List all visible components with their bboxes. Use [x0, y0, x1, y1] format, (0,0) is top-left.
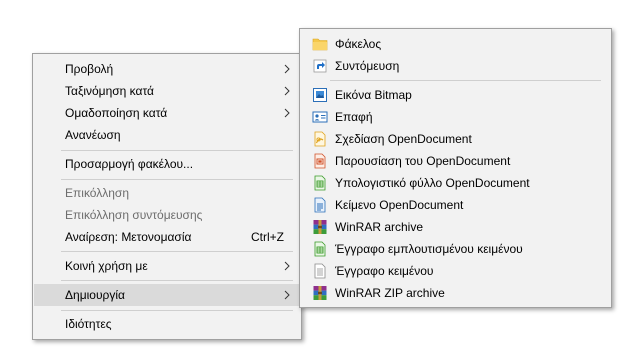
text-document-icon: [314, 263, 326, 279]
submenu-item-label: Επαφή: [335, 110, 373, 124]
menu-separator: [330, 80, 601, 81]
submenu-item-label: WinRAR ZIP archive: [335, 286, 445, 300]
menu-item-label: Επικόλληση: [65, 186, 130, 200]
menu-item-share-with[interactable]: Κοινή χρήση με: [34, 255, 300, 277]
menu-item-label: Επικόλληση συντόμευσης: [65, 208, 203, 222]
submenu-item-label: Κείμενο OpenDocument: [335, 198, 464, 212]
shortcut-icon: [313, 59, 327, 73]
menu-item-label: Ταξινόμηση κατά: [65, 84, 154, 98]
chevron-right-icon: [284, 108, 290, 118]
menu-item-sort-by[interactable]: Ταξινόμηση κατά: [34, 80, 300, 102]
submenu-item-label: Παρουσίαση του OpenDocument: [335, 154, 511, 168]
submenu-item-label: Σχεδίαση OpenDocument: [335, 132, 472, 146]
submenu-item-bitmap[interactable]: Εικόνα Bitmap: [301, 84, 610, 106]
menu-separator: [61, 179, 293, 180]
menu-separator: [61, 150, 293, 151]
menu-item-customize-folder[interactable]: Προσαρμογή φακέλου...: [34, 153, 300, 175]
menu-item-undo-rename[interactable]: Αναίρεση: Μετονομασία Ctrl+Z: [34, 226, 300, 248]
menu-item-paste[interactable]: Επικόλληση: [34, 182, 300, 204]
submenu-item-folder[interactable]: Φάκελος: [301, 33, 610, 55]
menu-item-label: Προβολή: [65, 62, 114, 76]
menu-item-label: Αναίρεση: Μετονομασία: [65, 230, 192, 244]
submenu-item-label: Έγγραφο κειμένου: [335, 264, 434, 278]
opendocument-spreadsheet-icon: [314, 175, 326, 191]
submenu-item-od-presentation[interactable]: Παρουσίαση του OpenDocument: [301, 150, 610, 172]
submenu-item-winrar[interactable]: WinRAR archive: [301, 216, 610, 238]
winrar-zip-archive-icon: [313, 286, 327, 300]
winrar-archive-icon: [313, 220, 327, 234]
opendocument-text-icon: [314, 197, 326, 213]
menu-item-label: Ανανέωση: [65, 128, 121, 142]
submenu-item-od-spreadsheet[interactable]: Υπολογιστικό φύλλο OpenDocument: [301, 172, 610, 194]
contact-card-icon: [312, 111, 328, 123]
keyboard-shortcut: Ctrl+Z: [251, 230, 284, 244]
chevron-right-icon: [284, 261, 290, 271]
submenu-item-shortcut[interactable]: Συντόμευση: [301, 55, 610, 77]
chevron-right-icon: [284, 290, 290, 300]
opendocument-presentation-icon: [314, 153, 326, 169]
chevron-right-icon: [284, 86, 290, 96]
submenu-item-label: Υπολογιστικό φύλλο OpenDocument: [335, 176, 530, 190]
menu-item-paste-shortcut[interactable]: Επικόλληση συντόμευσης: [34, 204, 300, 226]
folder-icon: [312, 38, 328, 51]
menu-separator: [61, 280, 293, 281]
submenu-item-label: WinRAR archive: [335, 220, 424, 234]
bitmap-image-icon: [313, 88, 327, 102]
submenu-item-label: Έγγραφο εμπλουτισμένου κειμένου: [335, 242, 523, 256]
submenu-item-od-drawing[interactable]: Σχεδίαση OpenDocument: [301, 128, 610, 150]
submenu-item-winrar-zip[interactable]: WinRAR ZIP archive: [301, 282, 610, 304]
opendocument-drawing-icon: [314, 131, 326, 147]
submenu-item-label: Φάκελος: [335, 37, 382, 51]
chevron-right-icon: [284, 64, 290, 74]
rich-text-document-icon: [314, 241, 326, 257]
submenu-item-od-text[interactable]: Κείμενο OpenDocument: [301, 194, 610, 216]
menu-item-new[interactable]: Δημιουργία: [34, 284, 300, 306]
menu-item-refresh[interactable]: Ανανέωση: [34, 124, 300, 146]
menu-item-view[interactable]: Προβολή: [34, 58, 300, 80]
menu-item-label: Ομαδοποίηση κατά: [65, 106, 168, 120]
menu-item-label: Προσαρμογή φακέλου...: [65, 157, 194, 171]
menu-separator: [61, 251, 293, 252]
submenu-item-rtf[interactable]: Έγγραφο εμπλουτισμένου κειμένου: [301, 238, 610, 260]
menu-item-label: Κοινή χρήση με: [65, 259, 148, 273]
submenu-item-contact[interactable]: Επαφή: [301, 106, 610, 128]
context-menu: Προβολή Ταξινόμηση κατά Ομαδοποίηση κατά…: [32, 53, 302, 340]
submenu-item-label: Εικόνα Bitmap: [335, 88, 412, 102]
menu-item-label: Δημιουργία: [65, 288, 125, 302]
submenu-item-txt[interactable]: Έγγραφο κειμένου: [301, 260, 610, 282]
menu-item-label: Ιδιότητες: [65, 317, 112, 331]
menu-item-properties[interactable]: Ιδιότητες: [34, 313, 300, 335]
submenu-item-label: Συντόμευση: [335, 59, 400, 73]
menu-item-group-by[interactable]: Ομαδοποίηση κατά: [34, 102, 300, 124]
new-submenu: Φάκελος Συντόμευση Εικόνα Bitmap Επαφή Σ…: [299, 28, 612, 308]
menu-separator: [61, 310, 293, 311]
